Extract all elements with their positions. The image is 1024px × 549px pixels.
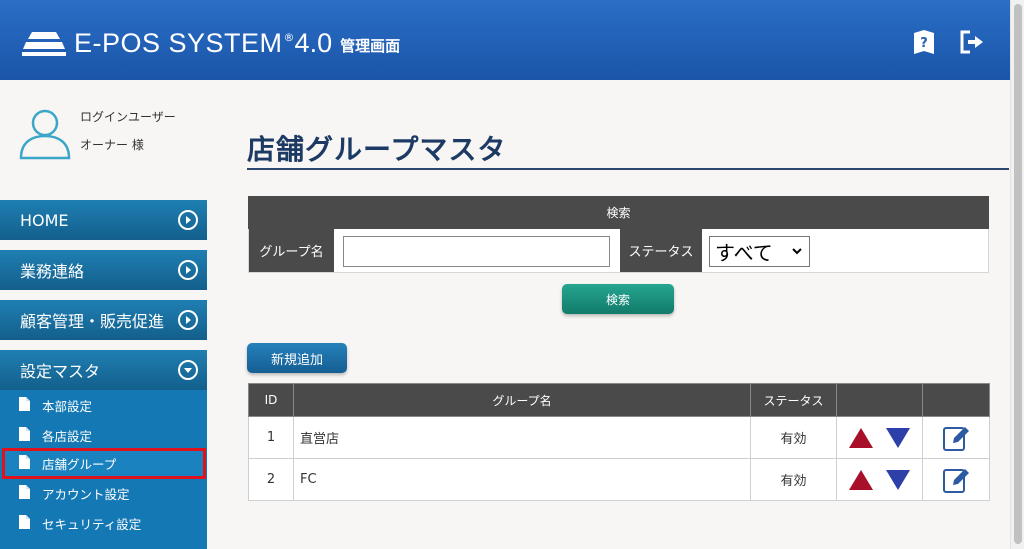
- col-id-header: ID: [248, 383, 294, 417]
- logo-mark-icon: [22, 32, 66, 56]
- app-logo: E-POS SYSTEM ® 4.0 管理画面: [22, 28, 401, 58]
- sub-item-headquarters-settings[interactable]: 本部設定: [0, 390, 207, 420]
- search-panel-header: 検索: [248, 196, 989, 229]
- circle-arrow-right-icon: [178, 210, 198, 230]
- nav-home-label: HOME: [20, 210, 69, 230]
- group-name-input[interactable]: [343, 236, 610, 267]
- sub-item-store-settings[interactable]: 各店設定: [0, 420, 207, 450]
- cell-group-name: 直営店: [293, 416, 751, 459]
- header-subtitle: 管理画面: [340, 37, 401, 55]
- sub-item-label: 各店設定: [42, 428, 93, 444]
- nav-home[interactable]: HOME: [0, 200, 207, 240]
- login-user-label: ログインユーザー: [80, 110, 176, 124]
- cell-id: 1: [248, 416, 294, 459]
- status-label: ステータス: [620, 229, 702, 272]
- table-header-row: ID グループ名 ステータス: [248, 383, 990, 417]
- settings-submenu: 本部設定 各店設定 店舗グループ アカウント設定 セキュリティ設定: [0, 390, 207, 549]
- group-table: ID グループ名 ステータス 1 直営店 有効 2 FC 有効: [248, 383, 990, 501]
- brand-name: E-POS SYSTEM: [74, 28, 283, 58]
- move-down-icon[interactable]: [885, 469, 911, 491]
- cell-edit: [922, 458, 990, 501]
- circle-arrow-down-icon: [178, 360, 198, 380]
- registered-mark: ®: [283, 31, 295, 44]
- nav-customer-management[interactable]: 顧客管理・販売促進: [0, 300, 207, 340]
- nav-customer-management-label: 顧客管理・販売促進: [20, 312, 165, 331]
- nav-settings-master-label: 設定マスタ: [20, 362, 101, 381]
- cell-order: [836, 416, 923, 459]
- edit-icon[interactable]: [942, 466, 970, 494]
- circle-arrow-right-icon: [178, 310, 198, 330]
- sub-item-security-settings[interactable]: セキュリティ設定: [0, 508, 207, 538]
- user-avatar-icon: [19, 109, 71, 160]
- cell-status: 有効: [750, 458, 837, 501]
- move-down-icon[interactable]: [885, 427, 911, 449]
- sub-item-store-group[interactable]: 店舗グループ: [2, 448, 206, 479]
- page-title: 店舗グループマスタ: [247, 133, 507, 166]
- document-icon: [19, 455, 30, 469]
- logout-icon[interactable]: [958, 28, 986, 56]
- cell-edit: [922, 416, 990, 459]
- nav-settings-master[interactable]: 設定マスタ: [0, 350, 207, 390]
- cell-status: 有効: [750, 416, 837, 459]
- page-scrollbar[interactable]: [1010, 0, 1024, 549]
- add-new-button[interactable]: 新規追加: [247, 343, 347, 373]
- edit-icon[interactable]: [942, 424, 970, 452]
- move-up-icon[interactable]: [848, 427, 874, 449]
- cell-order: [836, 458, 923, 501]
- login-user-name: オーナー 様: [80, 138, 144, 152]
- sub-item-label: 店舗グループ: [42, 457, 117, 472]
- group-name-label: グループ名: [249, 229, 334, 272]
- sub-item-label: 本部設定: [42, 398, 93, 414]
- move-up-icon[interactable]: [848, 469, 874, 491]
- document-icon: [19, 515, 30, 529]
- app-header: E-POS SYSTEM ® 4.0 管理画面 ?: [0, 0, 1010, 80]
- scrollbar-thumb[interactable]: [1014, 4, 1022, 544]
- table-row: 1 直営店 有効: [248, 416, 990, 459]
- user-info: ログインユーザー オーナー 様: [0, 80, 207, 190]
- status-select-value: すべて: [715, 241, 773, 265]
- sub-item-account-settings[interactable]: アカウント設定: [0, 478, 207, 508]
- circle-arrow-right-icon: [178, 260, 198, 280]
- svg-text:?: ?: [920, 36, 928, 51]
- status-select[interactable]: すべて: [709, 236, 810, 267]
- cell-id: 2: [248, 458, 294, 501]
- search-panel: グループ名 ステータス すべて: [248, 229, 989, 273]
- document-icon: [19, 397, 30, 411]
- help-manual-icon[interactable]: ?: [910, 28, 938, 56]
- col-order-header: [836, 383, 923, 417]
- table-row: 2 FC 有効: [248, 458, 990, 501]
- sub-item-label: アカウント設定: [42, 486, 130, 502]
- col-status-header: ステータス: [750, 383, 837, 417]
- document-icon: [19, 427, 30, 441]
- document-icon: [19, 485, 30, 499]
- cell-group-name: FC: [293, 458, 751, 501]
- search-button[interactable]: 検索: [562, 284, 674, 314]
- col-edit-header: [922, 383, 990, 417]
- sub-item-label: セキュリティ設定: [42, 516, 142, 532]
- col-group-name-header: グループ名: [293, 383, 751, 417]
- brand-version: 4.0: [294, 28, 333, 58]
- nav-business-notice-label: 業務連絡: [20, 262, 85, 281]
- title-divider: [247, 168, 1009, 170]
- chevron-down-icon: [792, 248, 802, 255]
- nav-business-notice[interactable]: 業務連絡: [0, 250, 207, 290]
